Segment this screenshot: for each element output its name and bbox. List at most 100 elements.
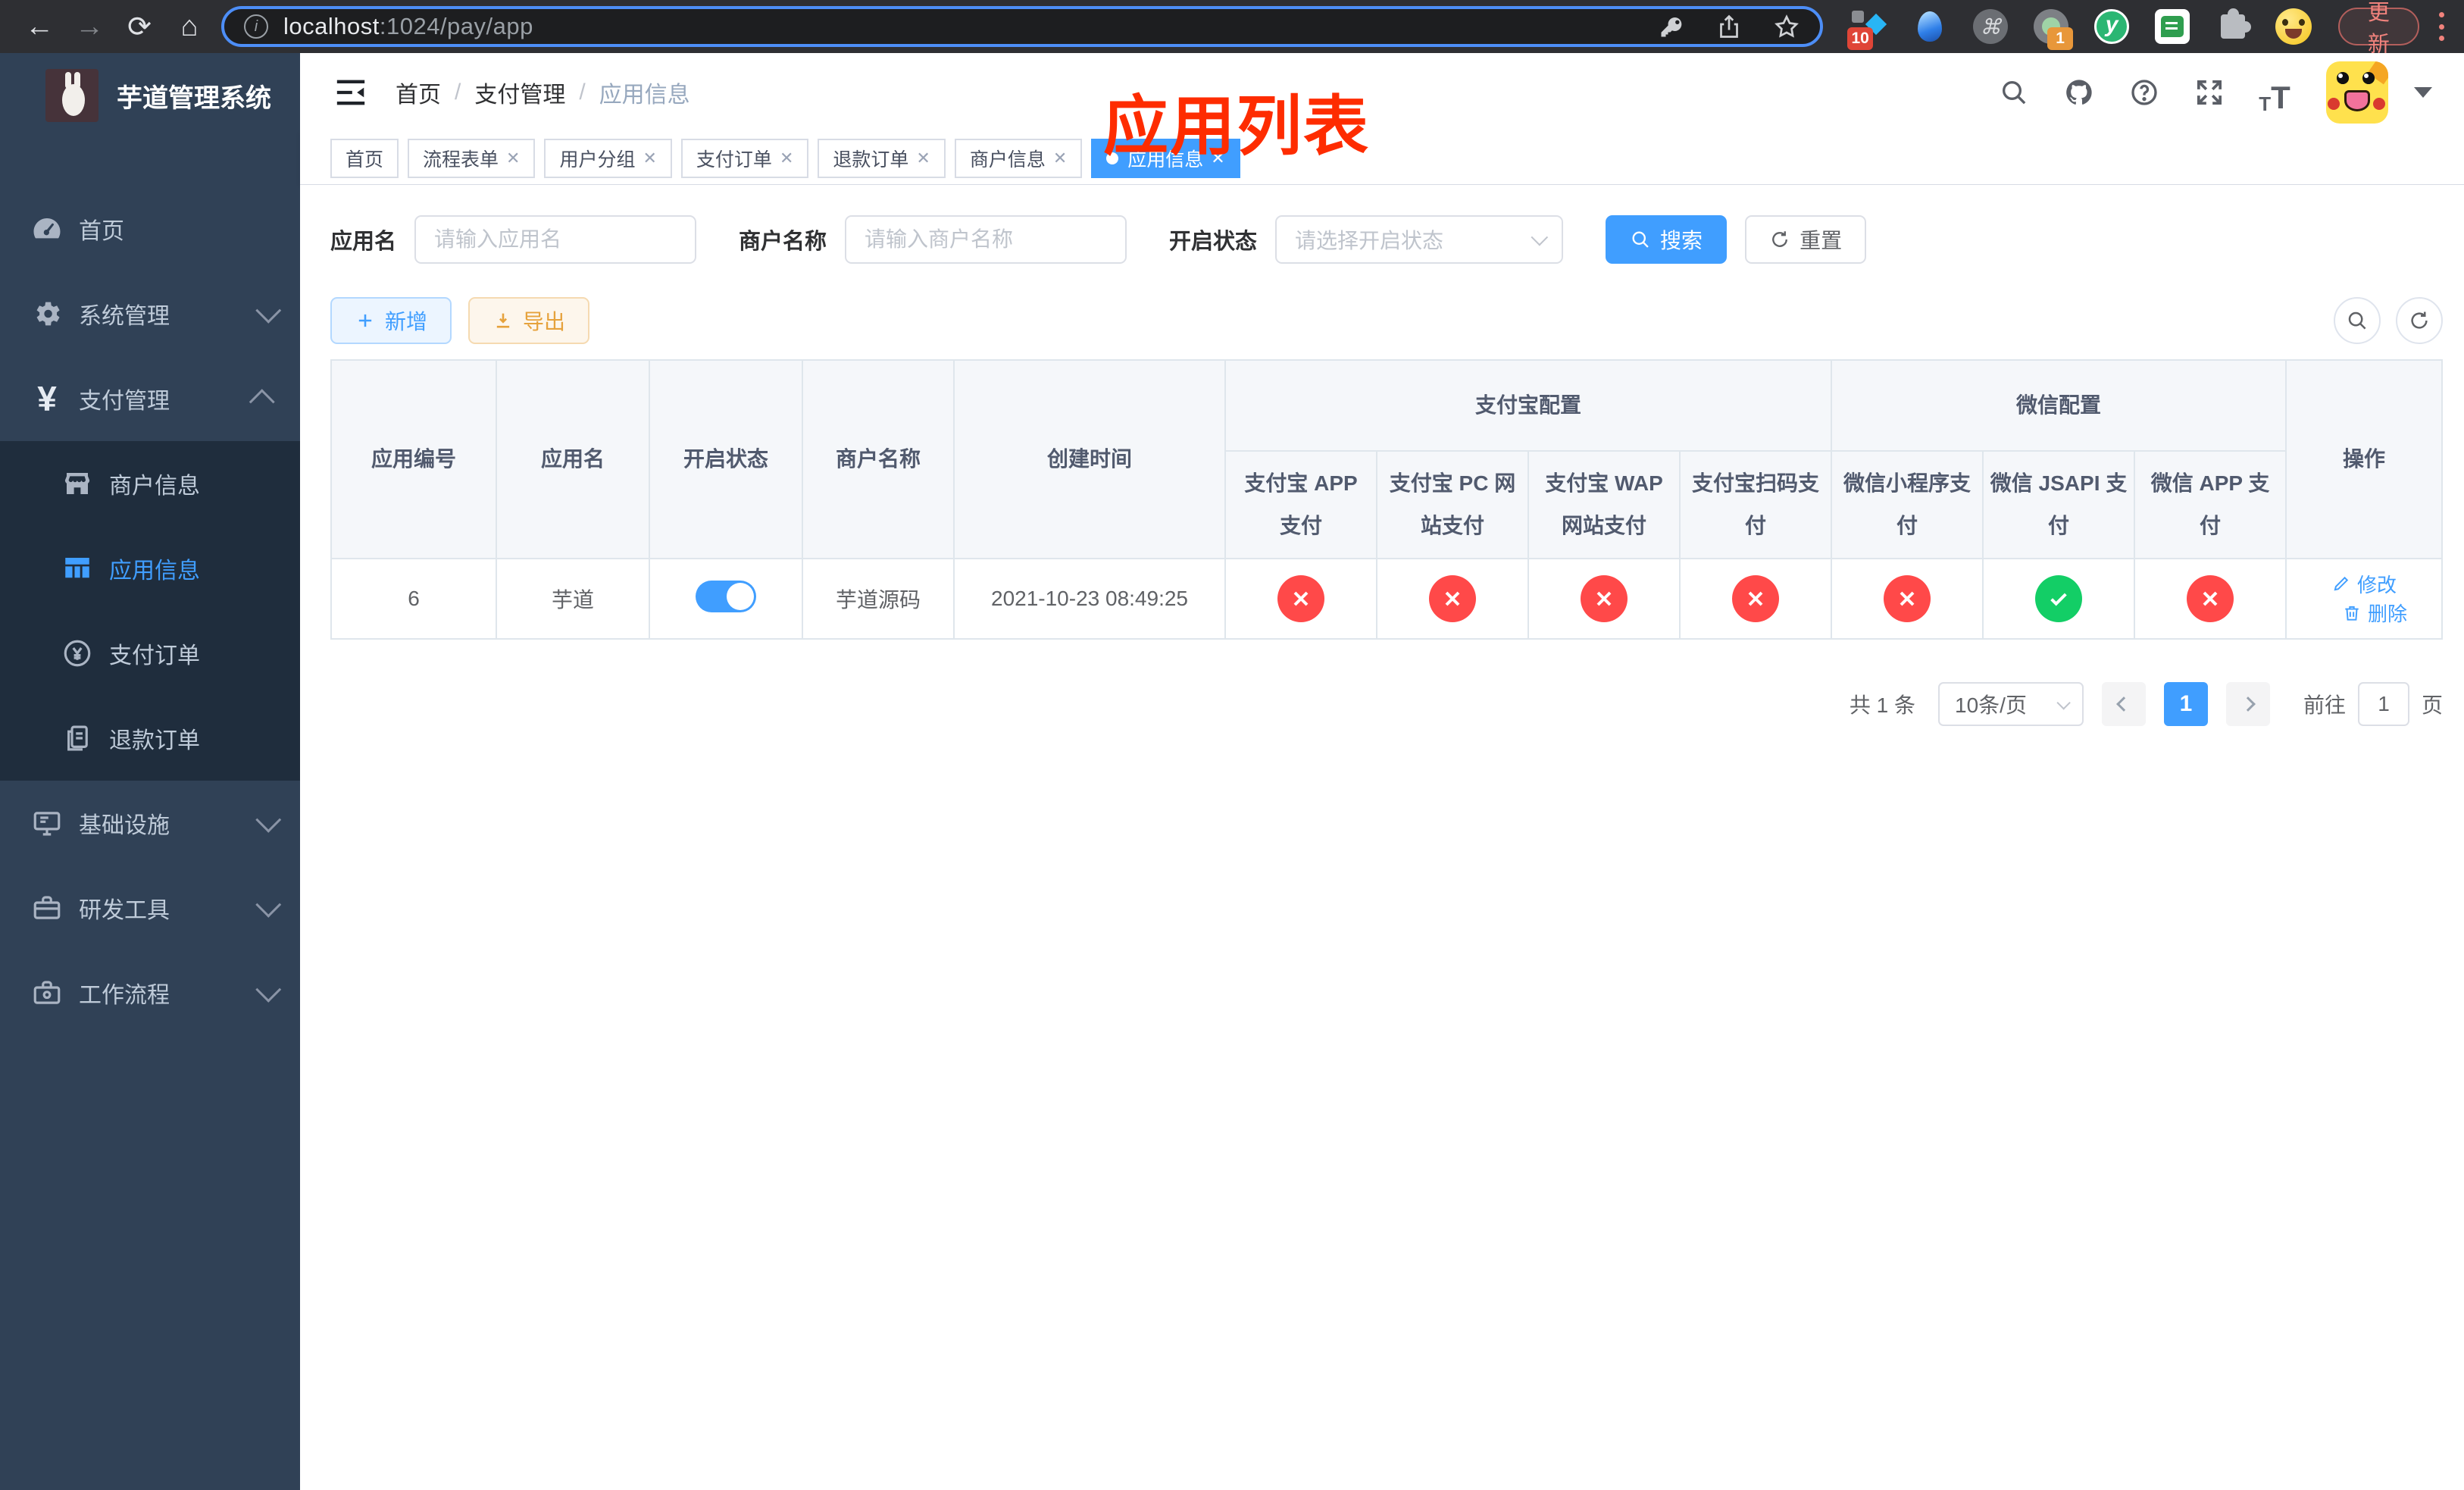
header-row-groups: 应用编号 应用名 开启状态 商户名称 创建时间 支付宝配置 微信配置 操作 [330, 359, 2444, 559]
col-alipay-pc: 支付宝 PC 网站支付 [1376, 450, 1529, 559]
sidebar-item-app-info[interactable]: 应用信息 [0, 526, 300, 611]
sidebar: 芋道管理系统 首页 系统管理 ¥ 支付管理 商户信息 应用信息 支付订单 退款订… [0, 53, 300, 1490]
info-icon[interactable]: i [244, 14, 268, 39]
user-avatar[interactable] [2326, 61, 2389, 124]
fullscreen-icon[interactable] [2188, 71, 2231, 114]
y-extension-icon[interactable] [2093, 8, 2131, 45]
monitor-icon [29, 805, 65, 841]
search-icon[interactable] [1993, 71, 2035, 114]
col-wx-app: 微信 APP 支付 [2134, 450, 2287, 559]
sidebar-item-home[interactable]: 首页 [0, 186, 300, 271]
sidebar-item-system[interactable]: 系统管理 [0, 271, 300, 356]
sidebar-item-dev-tools[interactable]: 研发工具 [0, 866, 300, 950]
close-icon[interactable]: ✕ [916, 149, 930, 168]
page-button-1[interactable]: 1 [2164, 682, 2209, 726]
close-icon[interactable]: ✕ [643, 149, 656, 168]
tab-pay-order[interactable]: 支付订单 ✕ [680, 138, 809, 178]
refresh-table-button[interactable] [2396, 297, 2444, 344]
close-icon[interactable]: ✕ [1053, 149, 1067, 168]
next-page-button[interactable] [2226, 682, 2271, 726]
tab-user-group[interactable]: 用户分组 ✕ [544, 138, 672, 178]
font-size-icon[interactable]: TT [2253, 71, 2296, 114]
url-text[interactable]: localhost:1024/pay/app [283, 13, 1658, 40]
sidebar-item-label: 系统管理 [79, 304, 170, 329]
search-button[interactable]: 搜索 [1606, 215, 1728, 264]
sidebar-logo[interactable]: 芋道管理系统 [0, 53, 300, 138]
grid-icon [59, 550, 95, 587]
cross-icon [1293, 591, 1309, 606]
help-icon[interactable] [2123, 71, 2165, 114]
puzzle-icon[interactable] [2214, 8, 2252, 45]
goto-page-input[interactable] [2358, 682, 2410, 726]
browser-menu-icon[interactable] [2438, 12, 2445, 41]
delete-link[interactable]: 删除 [2342, 599, 2407, 627]
breadcrumb-section[interactable]: 支付管理 [474, 76, 565, 109]
chat-extension-icon[interactable] [2153, 8, 2191, 45]
refresh-icon [1772, 231, 1787, 247]
sidebar-item-workflow[interactable]: 工作流程 [0, 950, 300, 1035]
sidebar-item-payment[interactable]: ¥ 支付管理 [0, 356, 300, 441]
address-bar[interactable]: i localhost:1024/pay/app [221, 6, 1824, 47]
cell-create-time: 2021-10-23 08:49:25 [953, 558, 1226, 640]
close-icon[interactable]: ✕ [780, 149, 793, 168]
app-name-input[interactable] [414, 215, 697, 264]
page-size-select[interactable]: 10条/页 [1938, 682, 2084, 726]
extension-badge: 10 [1847, 27, 1874, 50]
config-status-icon [1732, 575, 1779, 622]
sidebar-item-infrastructure[interactable]: 基础设施 [0, 781, 300, 866]
open-status-select[interactable]: 请选择开启状态 [1275, 215, 1564, 264]
reset-button[interactable]: 重置 [1745, 215, 1867, 264]
breadcrumb-home[interactable]: 首页 [396, 76, 441, 109]
cell-open-status [649, 558, 803, 640]
status-toggle[interactable] [696, 580, 756, 612]
config-status-icon [2187, 575, 2234, 622]
sidebar-item-label: 退款订单 [109, 728, 200, 753]
add-button[interactable]: 新增 [330, 297, 452, 344]
merchant-name-input[interactable] [845, 215, 1127, 264]
sidebar-item-label: 支付订单 [109, 643, 200, 668]
gem-extension-icon[interactable] [1911, 8, 1949, 45]
pin-extension-icon[interactable]: 10 [1847, 8, 1888, 50]
tab-process-form[interactable]: 流程表单 ✕ [408, 138, 536, 178]
cross-icon [1445, 591, 1460, 606]
reload-icon[interactable]: ⟳ [120, 7, 159, 46]
breadcrumb-separator: / [455, 80, 461, 105]
close-icon[interactable]: ✕ [1211, 149, 1224, 168]
sidebar-item-pay-order[interactable]: 支付订单 [0, 611, 300, 696]
pagination: 共 1 条 10条/页 1 前往 页 [330, 682, 2443, 726]
cross-icon [2203, 591, 2218, 606]
sidebar-item-refund-order[interactable]: 退款订单 [0, 696, 300, 781]
config-status-icon [1884, 575, 1931, 622]
update-button[interactable]: 更新 [2338, 1, 2419, 57]
browser-extensions: 10 1 [1847, 8, 2312, 50]
cast-extension-icon[interactable]: 1 [2032, 8, 2074, 50]
tab-home[interactable]: 首页 [330, 138, 399, 178]
tab-app-info[interactable]: 应用信息 ✕ [1091, 138, 1240, 178]
hamburger-icon[interactable] [333, 77, 368, 108]
back-icon[interactable]: ← [20, 7, 59, 46]
caret-down-icon[interactable] [2414, 87, 2433, 98]
star-icon[interactable] [1773, 13, 1800, 40]
cross-icon [1900, 591, 1915, 606]
col-wx-jsapi: 微信 JSAPI 支付 [1982, 450, 2136, 559]
forward-icon[interactable]: → [70, 7, 109, 46]
chevron-up-icon [249, 389, 275, 415]
close-icon[interactable]: ✕ [506, 149, 520, 168]
chevron-down-icon [255, 297, 282, 324]
command-extension-icon[interactable] [1972, 8, 2009, 45]
toggle-search-button[interactable] [2334, 297, 2381, 344]
browser-toolbar: ← → ⟳ ⌂ i localhost:1024/pay/app 10 1 更新 [0, 0, 2464, 57]
browser-profile-avatar[interactable] [2275, 8, 2312, 45]
key-icon[interactable] [1658, 13, 1685, 40]
sidebar-item-merchant-info[interactable]: 商户信息 [0, 441, 300, 526]
share-icon[interactable] [1715, 13, 1743, 40]
prev-page-button[interactable] [2102, 682, 2147, 726]
tab-refund-order[interactable]: 退款订单 ✕ [818, 138, 946, 178]
export-button[interactable]: 导出 [468, 297, 590, 344]
breadcrumb-current: 应用信息 [599, 83, 690, 108]
github-icon[interactable] [2058, 71, 2100, 114]
home-icon[interactable]: ⌂ [170, 7, 209, 46]
tab-merchant-info[interactable]: 商户信息 ✕ [954, 138, 1083, 178]
page-content: 应用名 商户名称 开启状态 请选择开启状态 搜索 [300, 185, 2464, 1490]
edit-link[interactable]: 修改 [2331, 570, 2397, 598]
